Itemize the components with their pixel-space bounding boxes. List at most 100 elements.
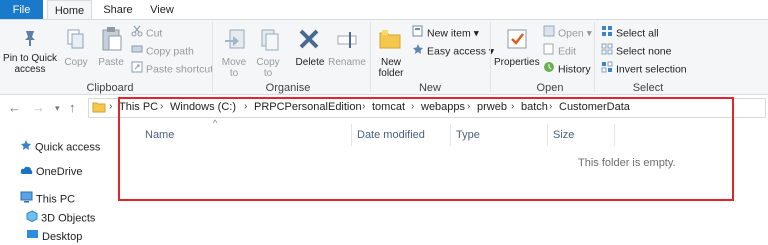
- breadcrumb-chevron-icon[interactable]: ›: [411, 101, 414, 112]
- nav-item-label: 3D Objects: [41, 212, 96, 225]
- copy-path-label: Copy path: [146, 45, 194, 58]
- computer-icon: [20, 191, 33, 208]
- nav-item-this-pc[interactable]: This PC: [20, 191, 75, 207]
- new-folder-button[interactable]: New folder: [374, 57, 408, 79]
- recent-locations-chevron-icon[interactable]: ▾: [55, 99, 60, 117]
- column-divider[interactable]: [614, 124, 615, 146]
- copy-icon: [66, 28, 86, 53]
- breadcrumb-batch[interactable]: batch: [521, 101, 548, 113]
- history-button[interactable]: History: [543, 61, 591, 77]
- cut-label: Cut: [146, 27, 163, 40]
- copy-path-icon: [131, 43, 143, 60]
- tab-file[interactable]: File: [0, 0, 43, 20]
- cloud-icon: [20, 164, 33, 180]
- history-label: History: [558, 63, 591, 76]
- column-header-type[interactable]: Type: [456, 129, 480, 141]
- cut-button[interactable]: Cut: [131, 25, 162, 41]
- column-header-name[interactable]: Name: [145, 129, 174, 141]
- nav-item-quick-access[interactable]: Quick access: [20, 139, 100, 155]
- move-to-icon: [224, 28, 246, 55]
- delete-icon: [298, 28, 320, 53]
- easy-access-label: Easy access: [427, 45, 486, 58]
- breadcrumb-windows-c[interactable]: Windows (C:): [170, 101, 236, 113]
- pin-to-quick-access-button[interactable]: Pin to Quick access: [2, 53, 58, 75]
- delete-button[interactable]: Delete: [292, 57, 328, 68]
- nav-item-onedrive[interactable]: OneDrive: [20, 164, 82, 180]
- open-label: Open: [558, 27, 584, 40]
- open-group-label: Open: [536, 82, 564, 94]
- new-item-icon: [412, 25, 424, 42]
- breadcrumb-customerdata[interactable]: CustomerData: [559, 101, 630, 113]
- breadcrumb-prweb[interactable]: prweb: [477, 101, 507, 113]
- column-divider[interactable]: [450, 124, 451, 146]
- invert-selection-button[interactable]: Invert selection: [601, 61, 687, 77]
- copy-to-button[interactable]: Copy to: [252, 57, 284, 79]
- open-button[interactable]: Open ▾: [543, 25, 592, 41]
- star-icon: [20, 139, 32, 156]
- up-arrow-icon[interactable]: ↑: [69, 99, 76, 117]
- organise-group-label: Organise: [265, 82, 311, 94]
- empty-folder-message: This folder is empty.: [578, 157, 676, 169]
- paste-button[interactable]: Paste: [96, 57, 126, 68]
- new-folder-icon: [378, 28, 402, 53]
- tab-view[interactable]: View: [142, 0, 182, 20]
- forward-arrow-icon[interactable]: →: [32, 99, 45, 117]
- back-arrow-icon[interactable]: ←: [8, 99, 21, 117]
- invert-selection-label: Invert selection: [616, 63, 687, 76]
- paste-shortcut-icon: [131, 61, 143, 78]
- column-divider[interactable]: [547, 124, 548, 146]
- paste-shortcut-label: Paste shortcut: [146, 63, 214, 76]
- copy-path-button[interactable]: Copy path: [131, 43, 194, 59]
- breadcrumb-chevron-icon[interactable]: ›: [160, 101, 163, 112]
- open-icon: [543, 25, 555, 42]
- breadcrumb-prpc[interactable]: PRPCPersonalEdition: [254, 101, 362, 113]
- select-all-label: Select all: [616, 27, 659, 40]
- new-group-label: New: [418, 82, 441, 94]
- edit-button[interactable]: Edit: [543, 43, 576, 59]
- move-to-button[interactable]: Move to: [218, 57, 250, 79]
- edit-icon: [543, 43, 555, 60]
- edit-label: Edit: [558, 45, 577, 58]
- paste-icon: [101, 26, 123, 55]
- breadcrumb-chevron-icon[interactable]: ›: [511, 101, 514, 112]
- breadcrumb-chevron-icon[interactable]: ›: [362, 101, 365, 112]
- column-divider[interactable]: [351, 124, 352, 146]
- paste-shortcut-button[interactable]: Paste shortcut: [131, 61, 213, 77]
- tab-home[interactable]: Home: [47, 0, 92, 20]
- breadcrumb-chevron-icon[interactable]: ›: [244, 101, 247, 112]
- scissors-icon: [131, 25, 143, 42]
- nav-item-desktop[interactable]: Desktop: [26, 229, 82, 245]
- ribbon-separator: [490, 22, 491, 92]
- new-item-button[interactable]: New item ▾: [412, 25, 479, 41]
- select-all-icon: [601, 25, 613, 42]
- easy-access-icon: [412, 43, 424, 60]
- select-group-label: Select: [632, 82, 664, 94]
- select-none-icon: [601, 43, 613, 60]
- breadcrumb-chevron-icon[interactable]: ›: [549, 101, 552, 112]
- column-header-size[interactable]: Size: [553, 129, 574, 141]
- select-none-button[interactable]: Select none: [601, 43, 671, 59]
- ribbon-tabs: File Home Share View: [0, 0, 768, 20]
- ribbon-separator: [212, 22, 213, 92]
- breadcrumb-tomcat[interactable]: tomcat: [372, 101, 405, 113]
- select-all-button[interactable]: Select all: [601, 25, 659, 41]
- copy-to-icon: [258, 28, 280, 55]
- sort-caret-icon: ^: [213, 118, 218, 128]
- copy-button[interactable]: Copy: [60, 57, 92, 68]
- column-header-date-modified[interactable]: Date modified: [357, 129, 425, 141]
- ribbon-separator: [370, 22, 371, 92]
- breadcrumb-webapps[interactable]: webapps: [421, 101, 465, 113]
- breadcrumb-chevron-icon[interactable]: ›: [467, 101, 470, 112]
- pin-icon: [20, 28, 40, 51]
- breadcrumb-this-pc[interactable]: This PC: [119, 101, 158, 113]
- invert-selection-icon: [601, 61, 613, 78]
- breadcrumb-chevron-icon[interactable]: ›: [109, 101, 112, 112]
- easy-access-button[interactable]: Easy access ▾: [412, 43, 494, 59]
- tab-share[interactable]: Share: [98, 0, 138, 20]
- cube-icon: [26, 210, 38, 227]
- rename-button[interactable]: Rename: [328, 57, 366, 68]
- new-item-label: New item: [427, 27, 471, 40]
- desktop-icon: [26, 229, 39, 245]
- nav-item-3d-objects[interactable]: 3D Objects: [26, 210, 95, 226]
- properties-button[interactable]: Properties: [494, 57, 540, 68]
